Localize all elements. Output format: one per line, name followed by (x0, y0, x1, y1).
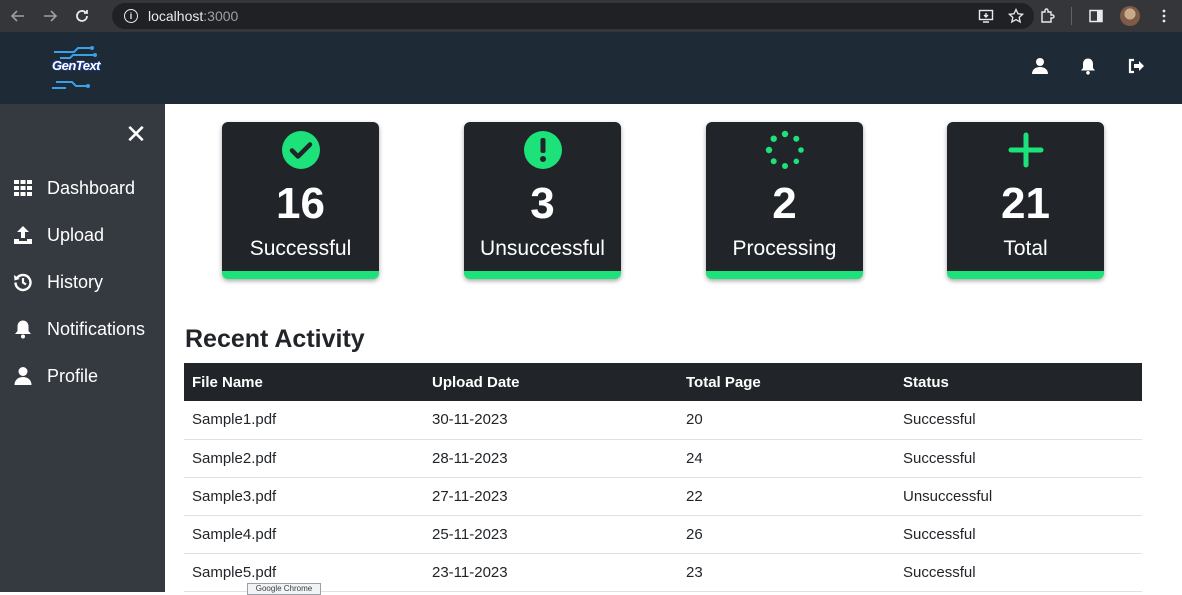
sidebar-item-history[interactable]: History (12, 267, 103, 297)
bell-icon (12, 318, 34, 340)
stat-card-successful[interactable]: 16 Successful (222, 122, 379, 279)
reload-button[interactable] (68, 2, 96, 30)
file-name-cell: Sample4.pdf (184, 515, 424, 554)
account-button[interactable] (1030, 56, 1050, 76)
profile-avatar[interactable] (1120, 6, 1140, 26)
bookmark-star-icon[interactable] (1008, 8, 1024, 24)
browser-tooltip: Google Chrome (247, 583, 321, 595)
stat-label: Processing (732, 237, 837, 260)
exclamation-circle-icon (523, 130, 563, 170)
stat-label: Unsuccessful (480, 237, 605, 260)
sidebar-item-dashboard[interactable]: Dashboard (12, 173, 135, 203)
file-name-cell: Sample2.pdf (184, 439, 424, 478)
bell-icon (1081, 58, 1095, 75)
app-logo[interactable]: GenText (46, 42, 106, 94)
table-row[interactable]: Sample1.pdf 30-11-2023 20 Successful (184, 401, 1142, 440)
upload-icon (12, 224, 34, 246)
install-app-icon[interactable] (978, 8, 994, 24)
arrow-left-icon (10, 10, 24, 22)
stat-label: Total (1003, 237, 1048, 260)
address-bar[interactable]: i localhost:3000 (112, 3, 1034, 29)
sidebar-item-profile[interactable]: Profile (12, 361, 98, 391)
upload-date-cell: 27-11-2023 (424, 477, 678, 516)
stat-count: 21 (1001, 179, 1050, 228)
upload-date-cell: 23-11-2023 (424, 553, 678, 592)
notifications-button[interactable] (1078, 56, 1098, 76)
status-cell: Successful (895, 401, 1142, 440)
sidebar-item-notifications[interactable]: Notifications (12, 314, 145, 344)
recent-activity-title: Recent Activity (185, 325, 365, 353)
url-port: :3000 (203, 8, 239, 24)
stat-card-total[interactable]: 21 Total (947, 122, 1104, 279)
browser-toolbar: i localhost:3000 (0, 0, 1182, 32)
recent-activity-table: File Name Upload Date Total Page Status … (184, 363, 1142, 592)
reload-icon (76, 10, 88, 22)
upload-date-cell: 30-11-2023 (424, 401, 678, 440)
stat-count: 2 (772, 179, 797, 228)
table-row[interactable]: Sample3.pdf 27-11-2023 22 Unsuccessful (184, 477, 1142, 516)
table-row[interactable]: Sample2.pdf 28-11-2023 24 Successful (184, 439, 1142, 478)
stat-card-unsuccessful[interactable]: 3 Unsuccessful (464, 122, 621, 279)
logout-button[interactable] (1126, 56, 1146, 76)
forward-button[interactable] (36, 2, 64, 30)
status-cell: Successful (895, 439, 1142, 478)
site-info-icon[interactable]: i (124, 9, 138, 23)
sidebar-item-label: Notifications (47, 318, 146, 339)
table-header-row: File Name Upload Date Total Page Status (184, 363, 1142, 401)
column-header[interactable]: Total Page (678, 363, 895, 401)
header-actions (1030, 56, 1146, 76)
plus-icon (1006, 130, 1046, 170)
sidebar-item-label: Upload (47, 224, 105, 245)
extensions-icon[interactable] (1039, 8, 1055, 24)
total-page-cell: 26 (678, 515, 895, 554)
table-row[interactable]: Sample5.pdf 23-11-2023 23 Successful (184, 553, 1142, 592)
table-row[interactable]: Sample4.pdf 25-11-2023 26 Successful (184, 515, 1142, 554)
sidebar-item-label: Profile (47, 365, 99, 386)
total-page-cell: 22 (678, 477, 895, 516)
user-icon (1032, 58, 1048, 74)
toolbar-divider (1071, 7, 1072, 25)
status-cell: Successful (895, 553, 1142, 592)
check-circle-icon (281, 130, 321, 170)
sidebar-item-label: History (47, 271, 104, 292)
sidebar: ✕ Dashboard Upload History Notifications… (0, 104, 165, 592)
file-name-cell: Sample1.pdf (184, 401, 424, 440)
stat-label: Successful (249, 237, 352, 260)
spinner-icon (765, 130, 805, 170)
kebab-menu-icon[interactable] (1156, 8, 1172, 24)
app-header: GenText (0, 32, 1182, 104)
arrow-right-icon (44, 10, 58, 22)
upload-date-cell: 28-11-2023 (424, 439, 678, 478)
status-cell: Unsuccessful (895, 477, 1142, 516)
stat-card-processing[interactable]: 2 Processing (706, 122, 863, 279)
sign-out-icon (1128, 58, 1144, 74)
side-panel-icon[interactable] (1088, 8, 1104, 24)
upload-date-cell: 25-11-2023 (424, 515, 678, 554)
total-page-cell: 23 (678, 553, 895, 592)
column-header[interactable]: Upload Date (424, 363, 678, 401)
user-icon (12, 365, 34, 387)
sidebar-item-upload[interactable]: Upload (12, 220, 104, 250)
status-cell: Successful (895, 515, 1142, 554)
sidebar-close-button[interactable]: ✕ (124, 121, 148, 147)
url-host: localhost (148, 8, 204, 24)
stat-count: 3 (530, 179, 555, 228)
total-page-cell: 20 (678, 401, 895, 440)
file-name-cell: Sample3.pdf (184, 477, 424, 516)
history-icon (12, 271, 34, 293)
grid-icon (12, 177, 34, 199)
column-header[interactable]: File Name (184, 363, 424, 401)
logo-text: GenText (51, 58, 101, 73)
column-header[interactable]: Status (895, 363, 1142, 401)
sidebar-item-label: Dashboard (47, 177, 136, 198)
total-page-cell: 24 (678, 439, 895, 478)
stat-count: 16 (276, 179, 325, 228)
back-button[interactable] (4, 2, 32, 30)
